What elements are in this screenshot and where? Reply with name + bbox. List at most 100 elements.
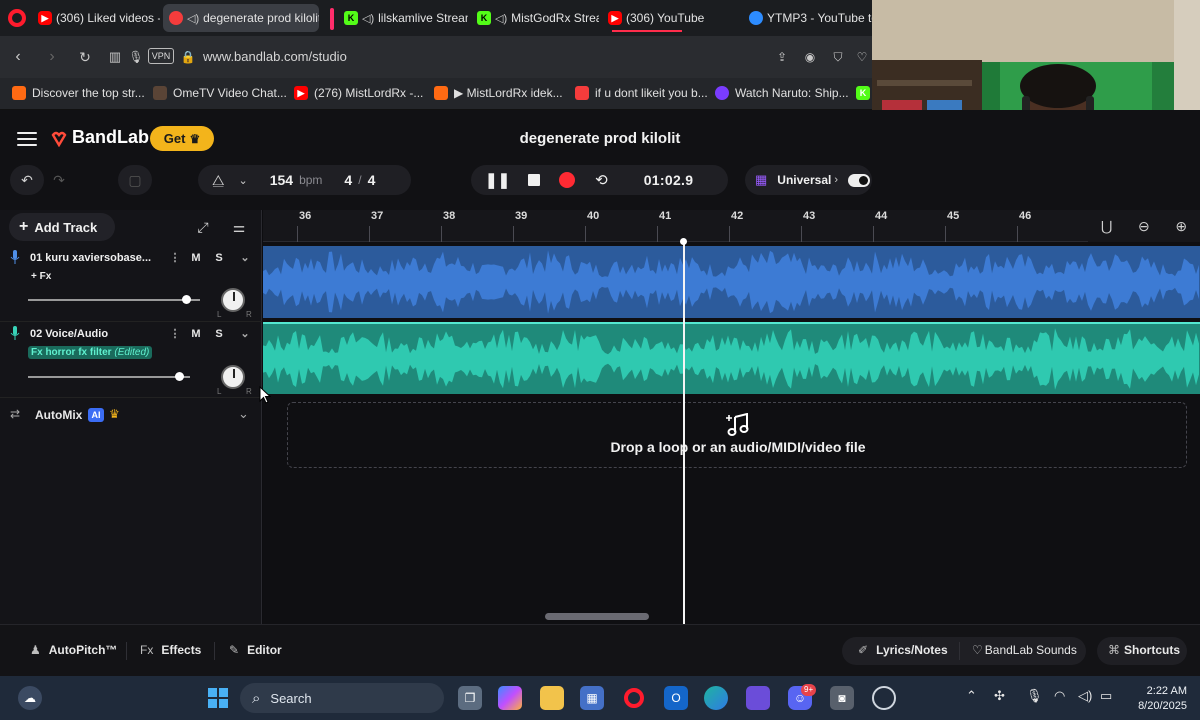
- copilot-icon[interactable]: [498, 686, 522, 710]
- key-toggle[interactable]: [848, 173, 870, 187]
- shortcuts-button[interactable]: ⌘ Shortcuts: [1108, 643, 1180, 657]
- forward-arrow-icon[interactable]: ›: [42, 47, 62, 67]
- edge-icon[interactable]: [704, 686, 728, 710]
- autopitch-button[interactable]: ♟ AutoPitch™: [30, 643, 117, 657]
- bookmark-item[interactable]: Discover the top str...: [12, 86, 145, 100]
- zoom-in-icon[interactable]: ⊕: [1175, 218, 1187, 235]
- chevron-down-icon[interactable]: ⌄: [236, 250, 254, 266]
- zoom-out-icon[interactable]: ⊖: [1138, 218, 1150, 235]
- shield-icon[interactable]: ⛉: [828, 47, 848, 67]
- bookmark-item[interactable]: ▶ MistLordRx idek...: [434, 86, 563, 100]
- track-options-icon[interactable]: ⋮: [166, 250, 184, 266]
- reload-icon[interactable]: ↻: [75, 47, 95, 67]
- snap-magnet-icon[interactable]: ⋃: [1101, 218, 1112, 235]
- chevron-down-icon[interactable]: ⌄: [236, 326, 254, 342]
- bookmark-heart-icon[interactable]: ♡: [852, 47, 872, 67]
- bookmark-item[interactable]: K: [856, 86, 870, 100]
- volume-slider-thumb[interactable]: [175, 372, 185, 381]
- playhead[interactable]: [683, 240, 685, 624]
- microsoft-store-icon[interactable]: ▦: [580, 686, 604, 710]
- editor-button[interactable]: ✎ Editor: [229, 643, 282, 657]
- key-scale-control[interactable]: ▦ Universal ›: [745, 165, 872, 195]
- drop-zone[interactable]: Drop a loop or an audio/MIDI/video file: [287, 402, 1187, 468]
- volume-icon[interactable]: ◁): [1078, 688, 1092, 704]
- track-row-2[interactable]: 02 Voice/Audio ⋮ M S ⌄ Fx horror fx filt…: [0, 322, 262, 398]
- camera-app-icon[interactable]: ◙: [830, 686, 854, 710]
- bookmark-item[interactable]: Watch Naruto: Ship...: [715, 86, 849, 100]
- link-icon[interactable]: ⤢: [192, 216, 214, 238]
- url-field[interactable]: www.bandlab.com/studio: [203, 49, 347, 64]
- track-1-region[interactable]: [263, 246, 1200, 318]
- loop-icon[interactable]: ⟲: [595, 171, 608, 189]
- timeline-area[interactable]: 36 37 38 39 40 41 42 43 44 45 46 ⋃ ⊖ ⊕ Drop a loop…: [263, 210, 1200, 624]
- task-view-icon[interactable]: ❐: [458, 686, 482, 710]
- vpn-badge[interactable]: VPN: [148, 48, 174, 64]
- automix-row[interactable]: ⇄ AutoMix AI ♛ ⌄: [0, 406, 262, 426]
- clipchamp-icon[interactable]: [746, 686, 770, 710]
- mixer-icon[interactable]: ⚌: [228, 216, 250, 238]
- battery-icon[interactable]: ▭: [1100, 688, 1112, 704]
- horizontal-scrollbar[interactable]: [545, 613, 649, 620]
- pan-knob[interactable]: [221, 365, 245, 389]
- weather-widget-icon[interactable]: ☁: [18, 686, 42, 710]
- metronome-icon[interactable]: ⧋: [212, 172, 225, 189]
- bluetooth-icon[interactable]: ✣: [994, 688, 1005, 704]
- chevron-up-icon[interactable]: ⌃: [966, 688, 977, 704]
- undo-button[interactable]: ↶: [10, 165, 44, 195]
- tempo-value[interactable]: 154: [270, 172, 293, 188]
- bandlab-logo[interactable]: BandLab: [50, 127, 149, 148]
- browser-tab-liked-videos[interactable]: ▶ (306) Liked videos - Y: [32, 4, 160, 32]
- fx-chain-button[interactable]: Fx horror fx filter (Edited): [28, 346, 153, 359]
- track-name[interactable]: 02 Voice/Audio: [30, 328, 160, 340]
- lyrics-notes-button[interactable]: ✐ Lyrics/Notes: [858, 643, 948, 657]
- record-icon[interactable]: [559, 172, 576, 188]
- project-title[interactable]: degenerate prod kilolit: [500, 130, 700, 147]
- file-explorer-icon[interactable]: [540, 686, 564, 710]
- solo-button[interactable]: S: [210, 250, 228, 266]
- volume-slider[interactable]: [28, 376, 190, 378]
- obs-icon[interactable]: [872, 686, 896, 710]
- timeline-ruler[interactable]: 36 37 38 39 40 41 42 43 44 45 46: [263, 210, 1200, 242]
- back-arrow-icon[interactable]: ‹: [8, 47, 28, 67]
- lock-icon[interactable]: 🔒: [178, 47, 198, 67]
- browser-tab-youtube[interactable]: ▶ (306) YouTube: [602, 4, 734, 32]
- pause-icon[interactable]: ❚❚: [485, 171, 510, 189]
- opera-browser-icon[interactable]: [622, 686, 646, 710]
- solo-button[interactable]: S: [210, 326, 228, 342]
- browser-tab-lilskamlive[interactable]: K ◁) lilskamlive Stream: [338, 4, 468, 32]
- chevron-down-icon[interactable]: ⌄: [239, 174, 248, 187]
- bookmark-item[interactable]: if u dont likeit you b...: [575, 86, 708, 100]
- bookmark-item[interactable]: OmeTV Video Chat...: [153, 86, 287, 100]
- get-membership-button[interactable]: Get ♛: [150, 126, 214, 151]
- time-signature-numerator[interactable]: 4: [344, 172, 352, 188]
- microphone-icon[interactable]: 🎙: [126, 47, 146, 67]
- wifi-icon[interactable]: ◠: [1054, 688, 1065, 704]
- share-icon[interactable]: ⇪: [772, 47, 792, 67]
- snapshot-icon[interactable]: ◉: [800, 47, 820, 67]
- system-clock[interactable]: 2:22 AM 8/20/2025: [1125, 684, 1187, 714]
- playhead-handle[interactable]: [680, 238, 687, 245]
- time-signature-denominator[interactable]: 4: [368, 172, 376, 188]
- browser-tab-mistgodrx[interactable]: K ◁) MistGodRx Stream: [471, 4, 599, 32]
- stop-icon[interactable]: [528, 174, 541, 186]
- menu-icon[interactable]: [17, 132, 37, 146]
- taskbar-search[interactable]: ⌕ Search: [240, 683, 444, 713]
- add-track-button[interactable]: + Add Track: [9, 213, 115, 241]
- browser-tab-ytmp3[interactable]: YTMP3 - YouTube to: [743, 4, 872, 32]
- windows-start-icon[interactable]: [206, 686, 230, 710]
- browser-tab-bandlab[interactable]: ◁) degenerate prod kilolit: [163, 4, 319, 32]
- track-row-1[interactable]: 01 kuru xaviersobase... ⋮ M S ⌄ + Fx L R: [0, 246, 262, 322]
- mute-button[interactable]: M: [187, 250, 205, 266]
- chevron-down-icon[interactable]: ⌄: [238, 406, 249, 422]
- redo-button[interactable]: ↷: [44, 165, 74, 195]
- microphone-icon[interactable]: 🎙: [1026, 688, 1043, 704]
- volume-slider-thumb[interactable]: [182, 295, 192, 304]
- region-button[interactable]: ▢: [118, 165, 152, 195]
- effects-button[interactable]: Fx Effects: [140, 643, 201, 657]
- add-fx-button[interactable]: + Fx: [28, 270, 54, 283]
- outlook-icon[interactable]: O: [664, 686, 688, 710]
- volume-slider[interactable]: [28, 299, 200, 301]
- bandlab-sounds-button[interactable]: ♡ BandLab Sounds: [972, 643, 1077, 657]
- bookmark-item[interactable]: ▶ (276) MistLordRx -...: [294, 86, 423, 100]
- pan-knob[interactable]: [221, 288, 245, 312]
